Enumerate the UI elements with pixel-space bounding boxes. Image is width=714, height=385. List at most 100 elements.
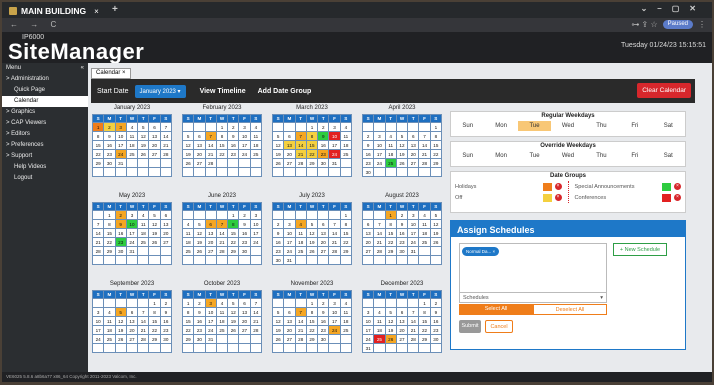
calendar-day[interactable]: 1: [91, 122, 105, 132]
calendar-day[interactable]: 17: [249, 228, 263, 238]
calendar-day[interactable]: 4: [181, 219, 195, 229]
calendar-day[interactable]: 26: [227, 325, 240, 335]
calendar-day[interactable]: 12: [227, 307, 240, 317]
calendar-day[interactable]: 6: [317, 219, 330, 229]
calendar-day[interactable]: 2: [395, 210, 409, 220]
calendar-day[interactable]: 6: [395, 307, 409, 317]
calendar-day[interactable]: 12: [429, 219, 443, 229]
tab-close-icon[interactable]: ×: [94, 7, 99, 16]
calendar-day[interactable]: 14: [294, 316, 307, 326]
chip-remove-icon[interactable]: ×: [493, 249, 496, 254]
calendar-day[interactable]: 23: [103, 149, 116, 159]
sidebar-item[interactable]: > Administration: [2, 74, 88, 85]
calendar-day[interactable]: 20: [283, 325, 296, 335]
calendar-day[interactable]: 19: [271, 149, 285, 159]
calendar-day[interactable]: 27: [125, 334, 139, 344]
calendar-day[interactable]: 9: [159, 307, 173, 317]
calendar-day[interactable]: 1: [429, 122, 443, 132]
calendar-day[interactable]: 23: [271, 246, 285, 256]
calendar-day[interactable]: 20: [361, 237, 375, 247]
calendar-day[interactable]: 25: [125, 149, 139, 159]
calendar-day[interactable]: 6: [283, 307, 296, 317]
calendar-day[interactable]: 9: [429, 307, 443, 317]
calendar-day[interactable]: 15: [215, 140, 229, 150]
calendar-day[interactable]: 2: [159, 298, 173, 308]
calendar-day[interactable]: 30: [193, 334, 206, 344]
calendar-day[interactable]: 31: [407, 246, 420, 256]
calendar-day[interactable]: 28: [328, 246, 341, 256]
calendar-day[interactable]: 20: [193, 149, 206, 159]
submit-button[interactable]: Submit: [459, 320, 481, 333]
calendar-day[interactable]: 24: [328, 149, 341, 159]
calendar-day[interactable]: 23: [193, 325, 206, 335]
calendar-day[interactable]: 8: [148, 307, 161, 317]
calendar-day[interactable]: 15: [305, 316, 319, 326]
calendar-day[interactable]: 16: [317, 140, 330, 150]
calendar-day[interactable]: 10: [114, 131, 127, 141]
calendar-day[interactable]: 15: [429, 140, 443, 150]
calendar-day[interactable]: 18: [339, 140, 353, 150]
calendar-day[interactable]: 23: [317, 149, 330, 159]
calendar-day[interactable]: 25: [418, 237, 431, 247]
calendar-day[interactable]: 4: [294, 219, 307, 229]
calendar-day[interactable]: 19: [193, 237, 206, 247]
calendar-day[interactable]: 16: [114, 228, 127, 238]
calendar-day[interactable]: 18: [294, 237, 307, 247]
calendar-day[interactable]: 6: [361, 219, 375, 229]
calendar-day[interactable]: 17: [125, 228, 139, 238]
calendar-day[interactable]: 18: [103, 325, 116, 335]
calendar-day[interactable]: 25: [137, 237, 150, 247]
calendar-day[interactable]: 7: [294, 131, 307, 141]
calendar-day[interactable]: 10: [283, 228, 296, 238]
calendar-day[interactable]: 7: [418, 131, 431, 141]
calendar-day[interactable]: 27: [159, 237, 173, 247]
calendar-day[interactable]: 22: [103, 237, 116, 247]
calendar-day[interactable]: 5: [271, 131, 285, 141]
calendar-day[interactable]: 4: [339, 298, 353, 308]
calendar-day[interactable]: 24: [249, 237, 263, 247]
schedules-select[interactable]: Schedules ▾: [460, 292, 606, 302]
calendar-day[interactable]: 27: [361, 246, 375, 256]
calendar-day[interactable]: 7: [204, 131, 217, 141]
calendar-day[interactable]: 6: [159, 210, 173, 220]
calendar-day[interactable]: 28: [249, 325, 263, 335]
calendar-day[interactable]: 28: [159, 149, 173, 159]
new-tab-button[interactable]: +: [112, 4, 118, 15]
calendar-day[interactable]: 2: [317, 298, 330, 308]
calendar-day[interactable]: 28: [137, 334, 150, 344]
remove-group-icon[interactable]: ×: [554, 183, 562, 190]
calendar-day[interactable]: 4: [137, 210, 150, 220]
calendar-day[interactable]: 20: [238, 316, 251, 326]
calendar-day[interactable]: 30: [271, 255, 285, 265]
calendar-day[interactable]: 24: [361, 334, 375, 344]
calendar-day[interactable]: 16: [103, 140, 116, 150]
calendar-day[interactable]: 22: [339, 237, 353, 247]
calendar-day[interactable]: 21: [294, 325, 307, 335]
calendar-day[interactable]: 15: [91, 140, 105, 150]
calendar-day[interactable]: 1: [305, 122, 319, 132]
calendar-day[interactable]: 14: [418, 140, 431, 150]
calendar-day[interactable]: 15: [103, 228, 116, 238]
calendar-day[interactable]: 24: [204, 325, 217, 335]
calendar-day[interactable]: 22: [181, 325, 195, 335]
calendar-day[interactable]: 1: [181, 298, 195, 308]
calendar-day[interactable]: 17: [407, 228, 420, 238]
calendar-day[interactable]: 28: [373, 246, 386, 256]
calendar-day[interactable]: 1: [339, 210, 353, 220]
collapse-icon[interactable]: «: [81, 65, 84, 72]
calendar-day[interactable]: 5: [305, 219, 319, 229]
calendar-day[interactable]: 14: [137, 316, 150, 326]
calendar-day[interactable]: 11: [125, 131, 139, 141]
calendar-day[interactable]: 5: [227, 298, 240, 308]
calendar-day[interactable]: 25: [294, 246, 307, 256]
calendar-day[interactable]: 16: [193, 316, 206, 326]
calendar-day[interactable]: 28: [294, 334, 307, 344]
calendar-day[interactable]: 16: [395, 228, 409, 238]
browser-tab[interactable]: MAIN BUILDING ×: [5, 4, 111, 18]
calendar-day[interactable]: 15: [305, 140, 319, 150]
calendar-day[interactable]: 12: [114, 316, 127, 326]
calendar-day[interactable]: 5: [148, 210, 161, 220]
calendar-day[interactable]: 27: [283, 334, 296, 344]
view-timeline-button[interactable]: View Timeline: [200, 88, 246, 95]
calendar-day[interactable]: 19: [114, 325, 127, 335]
